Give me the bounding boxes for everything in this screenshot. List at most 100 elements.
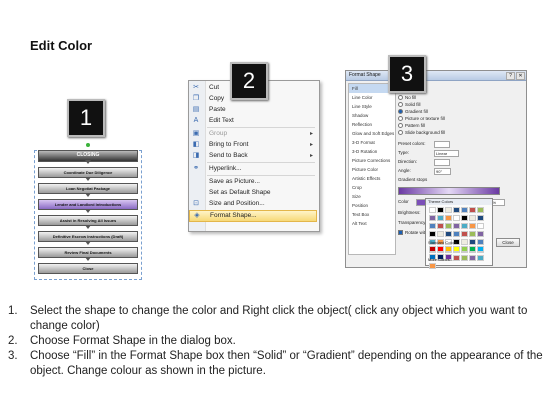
radio-icon (398, 123, 403, 129)
theme-color-swatch[interactable] (437, 231, 444, 237)
radio-icon (398, 95, 403, 101)
angle-label: Angle: (398, 168, 411, 173)
flow-box-closing[interactable]: CLOSING (38, 150, 138, 164)
standard-color-swatch[interactable] (429, 246, 436, 252)
bring-front-icon: ◧ (192, 141, 200, 148)
category-item[interactable]: Size (349, 192, 395, 201)
theme-color-swatch[interactable] (437, 207, 444, 213)
theme-color-swatch[interactable] (429, 223, 436, 229)
theme-color-swatch[interactable] (469, 207, 476, 213)
rotation-handle[interactable] (86, 143, 90, 147)
theme-color-swatch[interactable] (461, 239, 468, 245)
category-item[interactable]: Artistic Effects (349, 174, 395, 183)
step-2-badge: 2 (230, 62, 268, 100)
category-item[interactable]: Shadow (349, 111, 395, 120)
menu-separator (207, 175, 315, 176)
close-button[interactable]: Close (496, 238, 520, 247)
category-item[interactable]: Glow and Soft Edges (349, 129, 395, 138)
category-item[interactable]: Line Style (349, 102, 395, 111)
radio-icon (398, 109, 403, 115)
fill-option-radio[interactable]: Solid fill (398, 102, 421, 108)
category-item[interactable]: Text Box (349, 210, 395, 219)
fill-option-radio[interactable]: No fill (398, 95, 416, 101)
theme-color-swatch[interactable] (477, 215, 484, 221)
theme-color-swatch[interactable] (445, 207, 452, 213)
menu-item-bring-to-front[interactable]: ◧ Bring to Front ▸ (189, 140, 317, 150)
standard-color-swatch[interactable] (437, 246, 444, 252)
flow-box[interactable]: Loan Negotiat Package (38, 183, 138, 197)
theme-color-swatch[interactable] (477, 223, 484, 229)
theme-color-swatch[interactable] (453, 223, 460, 229)
fill-option-radio[interactable]: Gradient fill (398, 109, 428, 115)
theme-color-swatch[interactable] (477, 207, 484, 213)
angle-input[interactable]: 90° (434, 168, 451, 175)
flow-box[interactable]: Close (38, 263, 138, 274)
menu-item-paste[interactable]: ▤ Paste (189, 105, 317, 115)
category-item[interactable]: Line Color (349, 93, 395, 102)
standard-color-swatch[interactable] (477, 246, 484, 252)
theme-color-swatch[interactable] (461, 231, 468, 237)
theme-color-swatch[interactable] (461, 223, 468, 229)
type-dropdown[interactable]: Linear (434, 150, 459, 157)
help-icon[interactable]: ? (506, 72, 515, 80)
theme-color-swatch[interactable] (445, 223, 452, 229)
category-item[interactable]: 3-D Format (349, 138, 395, 147)
theme-color-swatch[interactable] (453, 207, 460, 213)
menu-item-size-and-position[interactable]: ⊡ Size and Position... (189, 199, 317, 209)
theme-color-swatch[interactable] (429, 215, 436, 221)
theme-color-swatch[interactable] (437, 215, 444, 221)
more-colors-link[interactable]: More Colors... (428, 257, 453, 262)
format-shape-icon: ◈ (194, 212, 200, 219)
category-item[interactable]: 3-D Rotation (349, 147, 395, 156)
standard-color-swatch[interactable] (469, 246, 476, 252)
flow-box-selected[interactable]: Lender and Landlord Introductions (38, 199, 138, 213)
category-item[interactable]: Reflection (349, 120, 395, 129)
blank-icon (192, 178, 200, 186)
theme-color-swatch[interactable] (445, 231, 452, 237)
fill-option-radio[interactable]: Slide background fill (398, 130, 445, 136)
radio-icon (398, 102, 403, 108)
category-item[interactable]: Picture Corrections (349, 156, 395, 165)
theme-color-swatch[interactable] (477, 239, 484, 245)
submenu-arrow-icon: ▸ (309, 142, 313, 148)
standard-color-swatch[interactable] (461, 246, 468, 252)
menu-item-edit-text[interactable]: A Edit Text (189, 116, 317, 126)
menu-item-format-shape[interactable]: ◈ Format Shape... (189, 210, 317, 222)
menu-item-save-as-picture[interactable]: Save as Picture... (189, 177, 317, 187)
fill-option-radio[interactable]: Picture or texture fill (398, 116, 445, 122)
preset-colors-dropdown[interactable] (434, 141, 450, 148)
theme-color-swatch[interactable] (429, 207, 436, 213)
menu-item-group[interactable]: ▣ Group ▸ (189, 129, 317, 139)
gradient-stops-bar[interactable] (398, 187, 500, 195)
flow-box[interactable]: Coordinate Due Diligence (38, 167, 138, 181)
menu-item-send-to-back[interactable]: ◨ Send to Back ▸ (189, 151, 317, 161)
direction-dropdown[interactable] (434, 159, 450, 166)
standard-color-swatch[interactable] (445, 246, 452, 252)
flow-box[interactable]: Review Final Documents (38, 247, 138, 261)
theme-color-swatch[interactable] (429, 231, 436, 237)
theme-color-swatch[interactable] (469, 239, 476, 245)
flow-box[interactable]: Assist in Resolving All Issues (38, 215, 138, 229)
flow-box[interactable]: Definitive Escrow Instructions (Draft) (38, 231, 138, 245)
theme-color-swatch[interactable] (445, 215, 452, 221)
menu-item-set-as-default-shape[interactable]: Set as Default Shape (189, 188, 317, 198)
theme-color-swatch[interactable] (469, 223, 476, 229)
close-icon[interactable]: ✕ (516, 72, 525, 80)
theme-color-swatch[interactable] (437, 223, 444, 229)
category-item[interactable]: Alt Text (349, 219, 395, 228)
category-item[interactable]: Position (349, 201, 395, 210)
category-item[interactable]: Crop (349, 183, 395, 192)
theme-color-swatch[interactable] (461, 215, 468, 221)
theme-color-swatch[interactable] (461, 207, 468, 213)
theme-color-swatch[interactable] (469, 231, 476, 237)
theme-color-swatch[interactable] (453, 231, 460, 237)
theme-color-swatch[interactable] (453, 215, 460, 221)
category-item[interactable]: Picture Color (349, 165, 395, 174)
theme-color-swatch[interactable] (477, 231, 484, 237)
standard-color-swatch[interactable] (453, 246, 460, 252)
theme-color-swatch[interactable] (469, 215, 476, 221)
theme-color-swatch[interactable] (429, 263, 436, 269)
menu-item-hyperlink[interactable]: ⚭ Hyperlink... (189, 164, 317, 174)
blank-icon (192, 189, 200, 197)
fill-option-radio[interactable]: Pattern fill (398, 123, 425, 129)
